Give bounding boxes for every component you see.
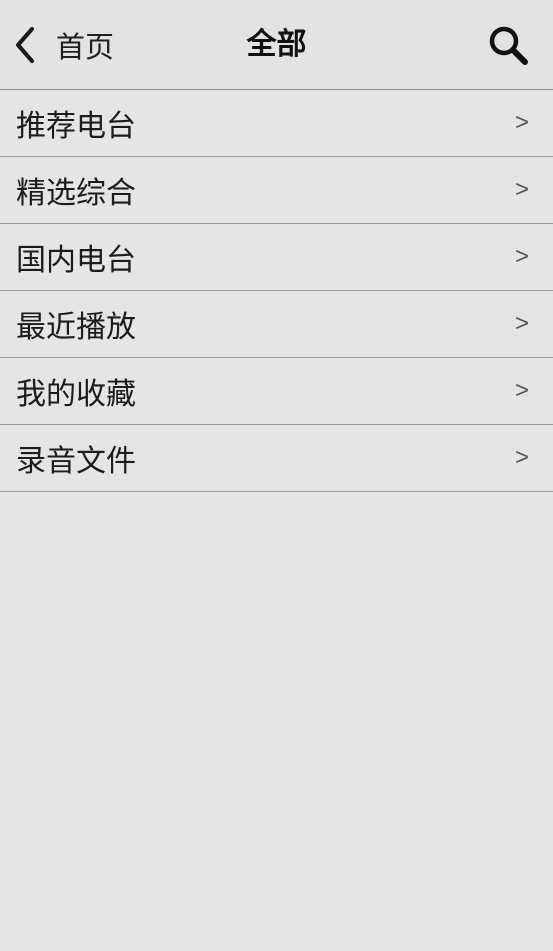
- chevron-right-icon: >: [514, 176, 529, 203]
- list-item-label: 国内电台: [16, 243, 136, 278]
- chevron-right-icon: >: [514, 243, 529, 270]
- chevron-right-icon: >: [514, 109, 529, 136]
- chevron-left-icon: [12, 25, 42, 65]
- list-item-featured[interactable]: 精选综合 >: [0, 157, 553, 224]
- chevron-right-icon: >: [514, 310, 529, 337]
- search-button[interactable]: [487, 24, 531, 68]
- chevron-right-icon: >: [514, 377, 529, 404]
- list-item-label: 录音文件: [16, 444, 136, 479]
- list-item-domestic-radio[interactable]: 国内电台 >: [0, 224, 553, 291]
- list-item-recordings[interactable]: 录音文件 >: [0, 425, 553, 492]
- chevron-right-icon: >: [514, 444, 529, 471]
- screen: 首页 全部 推荐电台 > 精选综合 > 国内电台 > 最近播放 > 我的收藏 >…: [0, 0, 553, 951]
- search-icon: [487, 26, 531, 72]
- list-item-label: 推荐电台: [16, 109, 136, 144]
- list-item-recently-played[interactable]: 最近播放 >: [0, 291, 553, 358]
- list-item-label: 我的收藏: [16, 377, 136, 412]
- list-item-label: 最近播放: [16, 310, 136, 345]
- list-item-label: 精选综合: [16, 176, 136, 211]
- back-button[interactable]: 首页: [0, 0, 140, 89]
- back-label: 首页: [56, 29, 115, 64]
- menu-list: 推荐电台 > 精选综合 > 国内电台 > 最近播放 > 我的收藏 > 录音文件 …: [0, 90, 553, 492]
- top-bar: 首页 全部: [0, 0, 553, 90]
- list-item-recommended-radio[interactable]: 推荐电台 >: [0, 90, 553, 157]
- list-item-favorites[interactable]: 我的收藏 >: [0, 358, 553, 425]
